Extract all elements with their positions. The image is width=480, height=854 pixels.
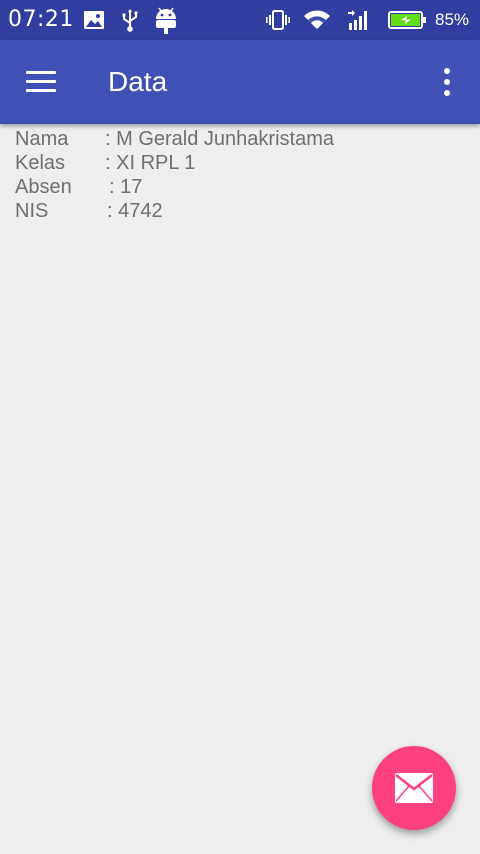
signal-icon [346,8,370,32]
app-bar: Data [0,40,480,124]
email-fab-button[interactable] [372,746,456,830]
info-label: NIS [15,200,49,222]
info-value: : 17 [109,176,143,198]
info-label: Kelas [15,152,66,174]
screen: 07:21 85% Data Nama: M Gerald Junhakris… [0,0,480,854]
image-icon [82,8,106,32]
info-label: Nama [15,128,69,150]
hamburger-menu-icon[interactable] [26,70,56,94]
vibrate-icon [266,8,290,32]
battery-charging-icon [388,10,428,30]
info-value: : M Gerald Junhakristama [105,128,334,150]
info-value: : 4742 [107,200,163,222]
email-icon [395,773,433,803]
usb-icon [118,8,142,32]
status-time: 07:21 [8,7,74,32]
android-icon [153,6,179,34]
page-title: Data [108,66,168,97]
info-label: Absen [15,176,72,198]
status-bar: 07:21 85% [0,0,480,40]
battery-percent: 85% [435,10,470,29]
info-value: : XI RPL 1 [105,152,196,174]
more-vert-icon[interactable] [436,66,458,98]
wifi-icon [303,8,331,32]
